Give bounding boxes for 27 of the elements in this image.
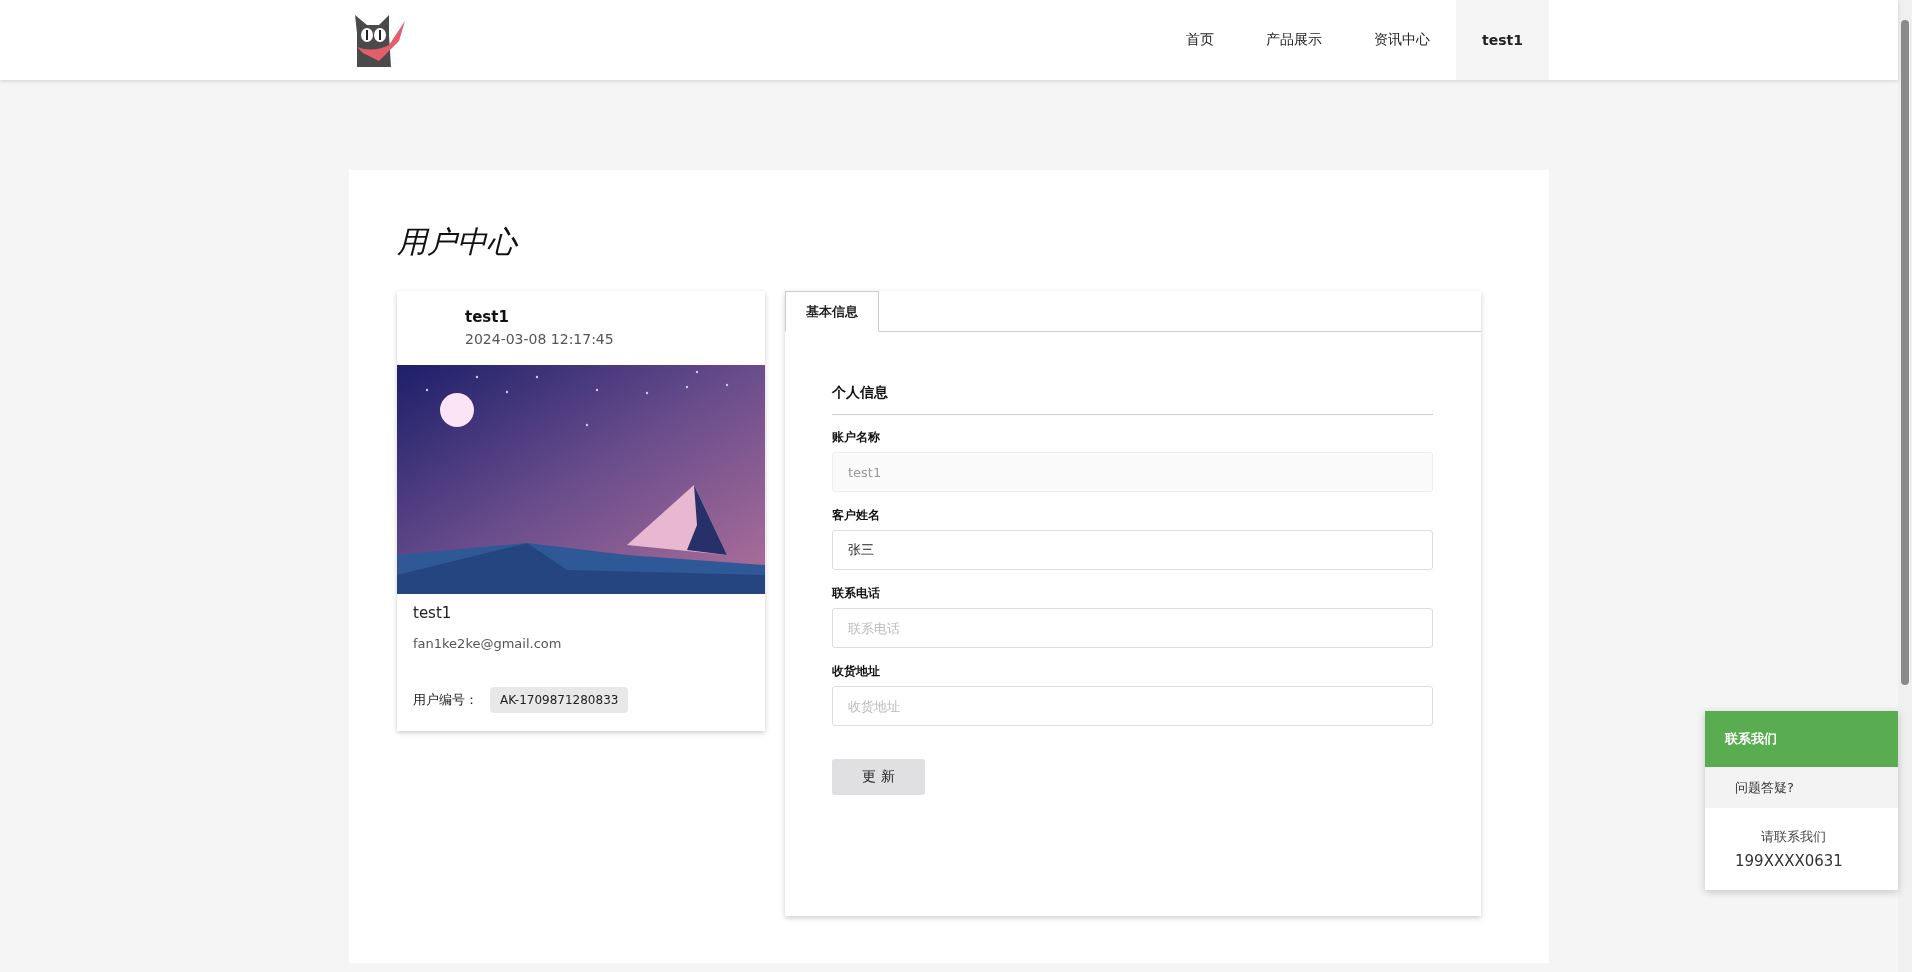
profile-email: fan1ke2ke@gmail.com bbox=[413, 636, 563, 651]
field-label: 账户名称 bbox=[832, 429, 881, 446]
input-field[interactable]: 联系电话 bbox=[832, 608, 1433, 648]
nav-link[interactable]: test1 bbox=[1456, 0, 1549, 80]
page-title: 用户中心 bbox=[397, 223, 519, 261]
username: test1 bbox=[465, 308, 510, 326]
scrollbar-thumb[interactable] bbox=[1901, 20, 1909, 685]
update-button[interactable]: 更 新 bbox=[832, 759, 925, 795]
field-label: 客户姓名 bbox=[832, 507, 881, 524]
nav-link[interactable]: 资讯中心 bbox=[1348, 0, 1457, 80]
nav-link[interactable]: 产品展示 bbox=[1240, 0, 1349, 80]
created-date: 2024-03-08 12:17:45 bbox=[465, 331, 615, 347]
profile-name: test1 bbox=[413, 604, 453, 622]
field-label: 收货地址 bbox=[832, 663, 881, 680]
section-title: 个人信息 bbox=[832, 384, 1433, 415]
input-field[interactable]: 张三 bbox=[832, 530, 1433, 570]
contact-title: 联系我们 bbox=[1705, 711, 1898, 767]
user-id-label: 用户编号： bbox=[413, 691, 478, 709]
contact-phone: 199XXXX0631 bbox=[1735, 852, 1844, 870]
nav-link[interactable]: 首页 bbox=[1160, 0, 1241, 80]
contact-prompt: 请联系我们 bbox=[1760, 828, 1827, 846]
contact-question[interactable]: 问题答疑? bbox=[1705, 767, 1898, 808]
user-id-tag: AK-1709871280833 bbox=[490, 687, 629, 713]
tab[interactable]: 基本信息 bbox=[785, 291, 879, 332]
scrollbar[interactable] bbox=[1898, 0, 1912, 972]
input-field[interactable]: 收货地址 bbox=[832, 686, 1433, 726]
field-label: 联系电话 bbox=[832, 585, 881, 602]
